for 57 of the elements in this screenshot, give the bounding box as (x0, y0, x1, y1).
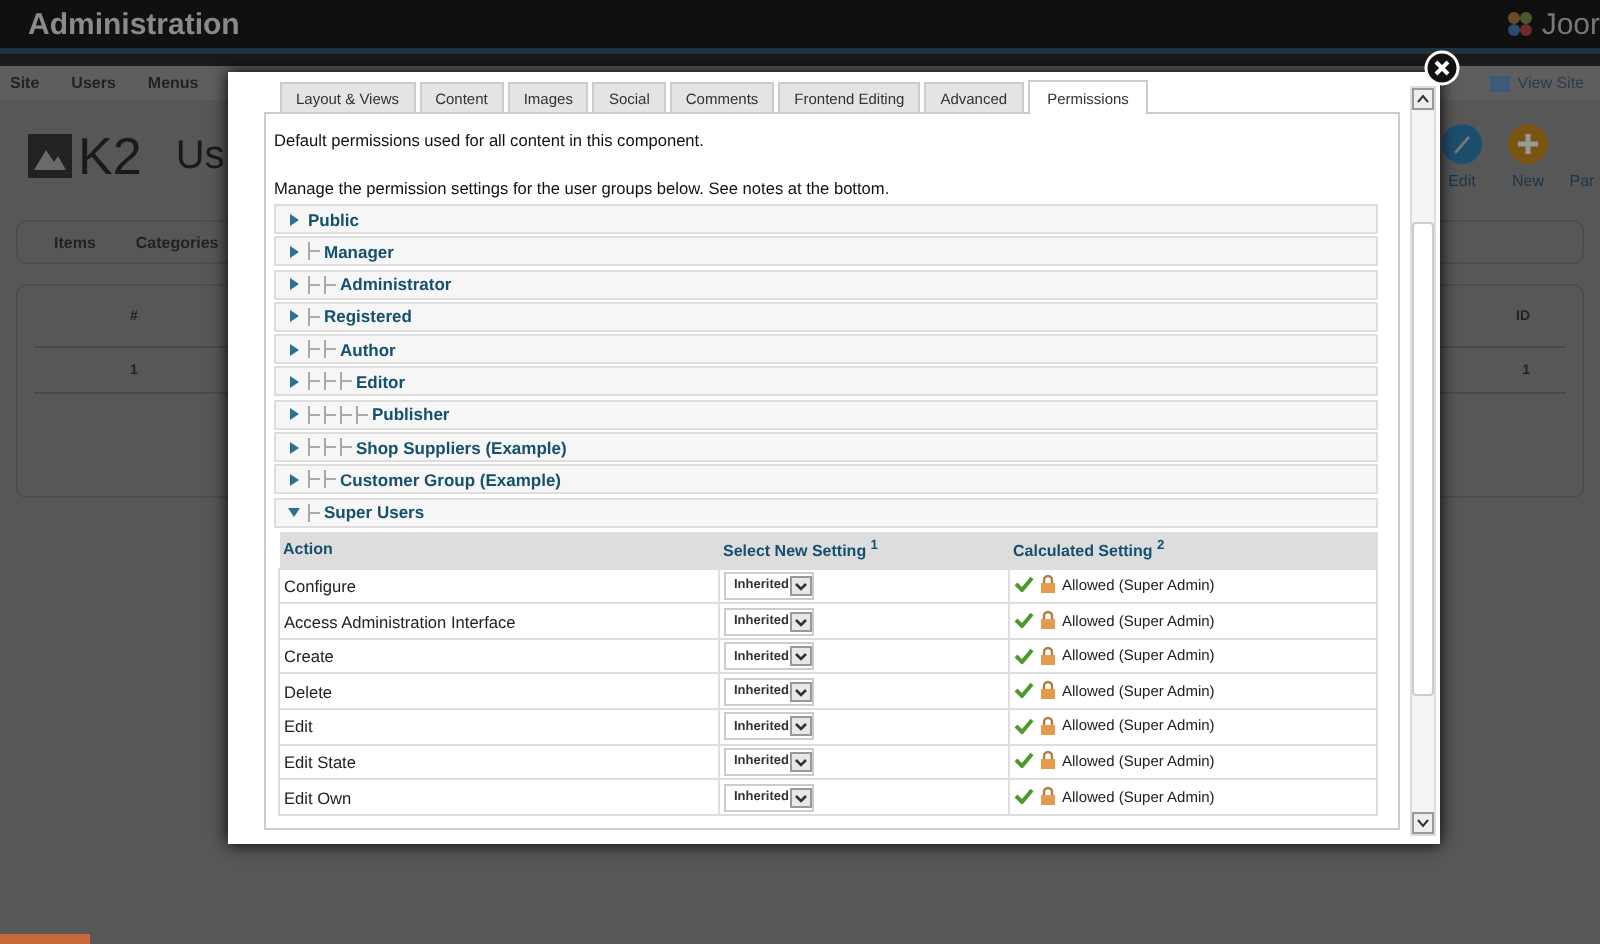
lock-icon (1040, 574, 1056, 595)
tree-guide-icon (308, 307, 320, 326)
caret-icon (790, 716, 813, 737)
action-label: Edit (284, 716, 313, 737)
action-label: Edit State (284, 751, 356, 772)
column-header: Action (279, 531, 719, 569)
action-label: Configure (284, 575, 356, 596)
plus-icon (1508, 123, 1548, 163)
logo-icon (1503, 8, 1536, 40)
lock-icon (1040, 750, 1056, 771)
caret-icon (790, 787, 813, 808)
caret-icon (790, 575, 813, 596)
group-row[interactable]: Super Users (274, 497, 1378, 528)
action-label: Access Administration Interface (284, 611, 516, 632)
tree-guide-icon (308, 242, 320, 261)
tree-guide-icon (308, 503, 320, 522)
group-row[interactable]: Registered (274, 301, 1378, 332)
scrollbar[interactable] (1410, 86, 1436, 836)
lock-icon (1040, 786, 1056, 807)
group-row[interactable]: Manager (274, 236, 1378, 267)
mountain-icon (28, 134, 72, 178)
caret-icon (790, 681, 813, 702)
caret-icon (790, 611, 813, 632)
caret-icon (790, 751, 813, 772)
action-label: Edit Own (284, 787, 352, 808)
group-row[interactable]: Shop Suppliers (Example) (274, 432, 1378, 463)
logo-text: Joor (1541, 7, 1600, 41)
action-label: Create (284, 646, 334, 667)
tree-guide-icon (308, 470, 336, 489)
tree-guide-icon (308, 340, 336, 359)
lock-icon (1040, 645, 1056, 666)
lock-icon (1040, 610, 1056, 631)
tree-guide-icon (308, 405, 368, 424)
group-row[interactable]: Publisher (274, 399, 1378, 430)
group-row[interactable]: Author (274, 334, 1378, 365)
group-row[interactable]: Customer Group (Example) (274, 464, 1378, 495)
caret-icon (790, 646, 813, 667)
group-row[interactable]: Administrator (274, 269, 1378, 300)
close-button[interactable] (1424, 50, 1460, 86)
lock-icon (1040, 715, 1056, 736)
column-header: Calculated Setting $^{2}$ (1009, 531, 1377, 569)
monitor-icon (1489, 75, 1510, 91)
admin-title: Administration (28, 7, 240, 41)
pencil-icon (1442, 123, 1482, 163)
intro-text: Default permissions used for all content in this component. (274, 128, 706, 152)
tree-guide-icon (308, 438, 352, 457)
component-logo: K2 (78, 125, 142, 187)
group-row[interactable]: Editor (274, 366, 1378, 397)
intro-text: Manage the permission settings for the user groups below. See notes at the bottom. (274, 176, 892, 200)
group-row[interactable]: Public (274, 204, 1378, 234)
column-header: Select New Setting $^{1}$ (719, 531, 1009, 569)
tree-guide-icon (308, 275, 336, 294)
page-title: Us (175, 133, 225, 179)
scroll-thumb[interactable] (1412, 222, 1434, 696)
tree-guide-icon (308, 372, 352, 391)
lock-icon (1040, 680, 1056, 701)
action-label: Delete (284, 681, 332, 702)
